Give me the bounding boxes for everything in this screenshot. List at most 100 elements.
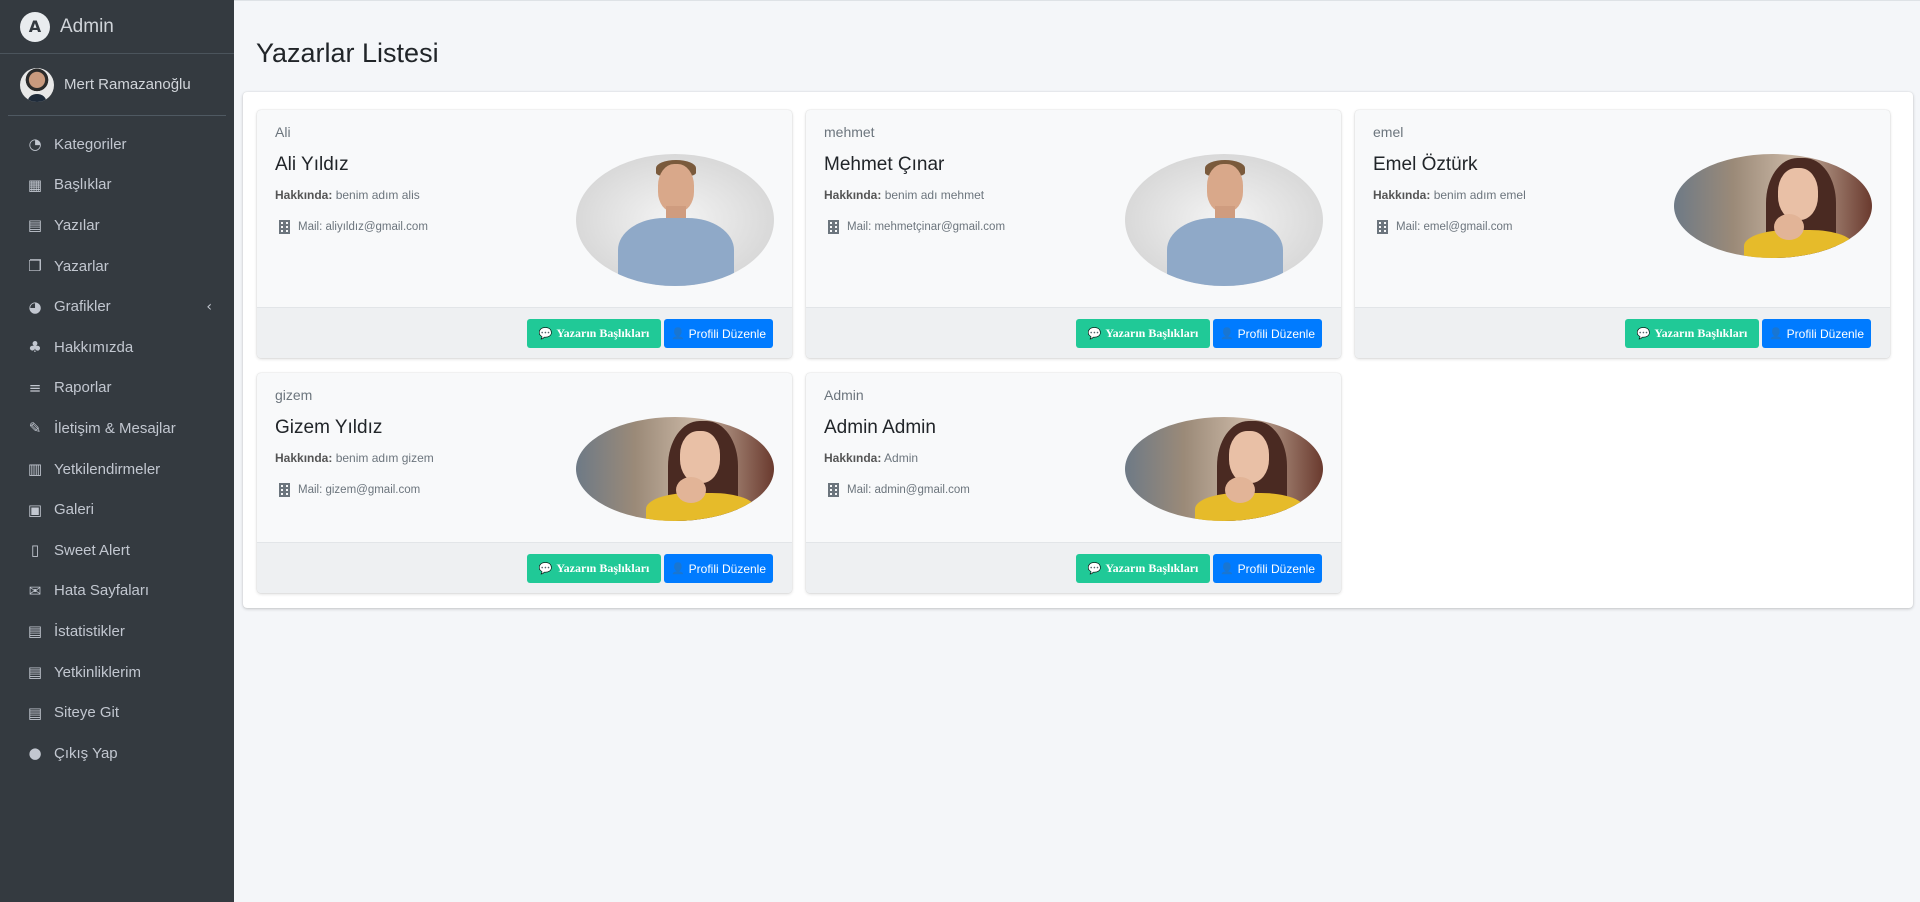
sidebar-item-yazılar[interactable]: ▤ Yazılar [0, 205, 234, 246]
building-icon [279, 220, 290, 234]
author-mail: Mail: gizem@gmail.com [279, 483, 420, 497]
author-titles-button[interactable]: 💬 Yazarın Başlıkları [1076, 554, 1210, 583]
author-titles-button[interactable]: 💬 Yazarın Başlıkları [527, 319, 661, 348]
author-photo [1674, 154, 1872, 258]
about-label: Hakkında: [275, 451, 333, 465]
sidebar-item-raporlar[interactable]: ≡ Raporlar [0, 368, 234, 409]
author-titles-button[interactable]: 💬 Yazarın Başlıkları [1076, 319, 1210, 348]
map-icon: ▯ [30, 541, 40, 560]
about-label: Hakkında: [824, 188, 882, 202]
sidebar-item-i-letişim-mesajlar[interactable]: ✎ İletişim & Mesajlar [0, 408, 234, 449]
author-about: Hakkında: benim adım gizem [275, 451, 434, 465]
sidebar-item-yetkilendirmeler[interactable]: ▥ Yetkilendirmeler [0, 449, 234, 490]
user-panel[interactable]: Mert Ramazanoğlu [8, 54, 226, 116]
brand-title: Admin [60, 15, 114, 37]
card-footer: 💬 Yazarın Başlıkları 👤 Profili Düzenle [806, 307, 1341, 358]
author-card: mehmet Mehmet Çınar Hakkında: benim adı me… [806, 110, 1341, 358]
sidebar-item-label: Hata Sayfaları [54, 582, 150, 600]
sidebar-item-çıkış-yap[interactable]: ● Çıkış Yap [0, 733, 234, 774]
list-icon: ≡ [28, 378, 42, 397]
author-fullname: Ali Yıldız [275, 154, 349, 175]
copy-icon: ❐ [28, 257, 42, 276]
author-titles-label: Yazarın Başlıkları [1105, 561, 1199, 575]
user-icon: 👤 [670, 327, 685, 340]
about-text: benim adım gizem [335, 451, 434, 465]
sidebar-item-yazarlar[interactable]: ❐ Yazarlar [0, 246, 234, 287]
sidebar-item-galeri[interactable]: ▣ Galeri [0, 489, 234, 530]
sidebar-item-label: Hakkımızda [54, 338, 134, 356]
building-icon [1377, 220, 1388, 234]
author-titles-button[interactable]: 💬 Yazarın Başlıkları [1625, 319, 1759, 348]
comments-icon: 💬 [1087, 562, 1102, 575]
comments-icon: 💬 [1087, 327, 1102, 340]
user-name[interactable]: Mert Ramazanoğlu [64, 76, 191, 93]
sidebar-item-label: İletişim & Mesajlar [54, 419, 176, 437]
sidebar-item-label: Grafikler [54, 298, 111, 316]
author-username: emel [1373, 124, 1404, 140]
author-username: Ali [275, 124, 291, 140]
sidebar-item-hata-sayfaları[interactable]: ✉ Hata Sayfaları [0, 571, 234, 612]
sidebar-item-kategoriler[interactable]: ◔ Kategoriler [0, 124, 234, 165]
sidebar-item-sweet-alert[interactable]: ▯ Sweet Alert [0, 530, 234, 571]
sidebar-item-label: Sweet Alert [54, 541, 130, 559]
card-footer: 💬 Yazarın Başlıkları 👤 Profili Düzenle [1355, 307, 1890, 358]
author-about: Hakkında: benim adım alis [275, 188, 420, 202]
brand-logo-icon: A [20, 11, 50, 42]
mail-text: Mail: admin@gmail.com [847, 484, 970, 496]
edit-profile-button[interactable]: 👤 Profili Düzenle [664, 554, 773, 583]
mail-text: Mail: aliyıldız@gmail.com [298, 221, 428, 233]
tachometer-icon: ◔ [28, 135, 42, 154]
book-icon: ▤ [27, 622, 43, 641]
book-icon: ▤ [27, 703, 43, 722]
edit-profile-label: Profili Düzenle [1237, 561, 1316, 576]
calendar-icon: ▥ [27, 460, 43, 479]
edit-profile-button[interactable]: 👤 Profili Düzenle [1213, 319, 1322, 348]
sidebar-item-label: Yazılar [54, 216, 100, 234]
sidebar-item-hakkımızda[interactable]: ♣ Hakkımızda [0, 327, 234, 368]
edit-profile-label: Profili Düzenle [1786, 326, 1865, 341]
brand-link[interactable]: A Admin [0, 0, 234, 54]
card-footer: 💬 Yazarın Başlıkları 👤 Profili Düzenle [806, 542, 1341, 593]
edit-profile-button[interactable]: 👤 Profili Düzenle [664, 319, 773, 348]
author-about: Hakkında: Admin [824, 451, 918, 465]
user-icon: 👤 [1219, 327, 1234, 340]
about-label: Hakkında: [824, 451, 882, 465]
author-titles-label: Yazarın Başlıkları [556, 326, 650, 340]
edit-profile-button[interactable]: 👤 Profili Düzenle [1213, 554, 1322, 583]
user-icon: 👤 [1768, 327, 1783, 340]
about-label: Hakkında: [275, 188, 333, 202]
author-mail: Mail: emel@gmail.com [1377, 220, 1512, 234]
sidebar-item-grafikler[interactable]: ◕ Grafikler ‹ [0, 286, 234, 327]
tree-icon: ♣ [28, 338, 42, 357]
authors-panel: Ali Ali Yıldız Hakkında: benim adım alis Ma… [243, 92, 1913, 608]
card-footer: 💬 Yazarın Başlıkları 👤 Profili Düzenle [257, 542, 792, 593]
building-icon [828, 220, 839, 234]
book-icon: ▤ [27, 216, 43, 235]
card-footer: 💬 Yazarın Başlıkları 👤 Profili Düzenle [257, 307, 792, 358]
chevron-left-icon[interactable]: ‹ [206, 299, 212, 315]
sidebar-item-label: Başlıklar [54, 176, 112, 194]
pie-chart-icon: ◕ [28, 297, 42, 316]
mail-text: Mail: mehmetçinar@gmail.com [847, 221, 1006, 233]
edit-profile-label: Profili Düzenle [688, 326, 767, 341]
top-divider [234, 0, 1920, 1]
edit-profile-label: Profili Düzenle [1237, 326, 1316, 341]
avatar [20, 67, 54, 102]
sidebar-item-yetkinliklerim[interactable]: ▤ Yetkinliklerim [0, 652, 234, 693]
author-photo [1125, 154, 1323, 286]
sidebar: A Admin Mert Ramazanoğlu ◔ Kategoriler ▦ Ba… [0, 0, 234, 902]
author-about: Hakkında: benim adı mehmet [824, 188, 984, 202]
sidebar-item-siteye-git[interactable]: ▤ Siteye Git [0, 692, 234, 733]
author-fullname: Emel Öztürk [1373, 154, 1478, 175]
author-username: Admin [824, 387, 864, 403]
author-titles-button[interactable]: 💬 Yazarın Başlıkları [527, 554, 661, 583]
author-photo [576, 154, 774, 286]
sidebar-item-i-statistikler[interactable]: ▤ İstatistikler [0, 611, 234, 652]
image-icon: ▣ [27, 500, 43, 519]
edit-profile-label: Profili Düzenle [688, 561, 767, 576]
edit-profile-button[interactable]: 👤 Profili Düzenle [1762, 319, 1871, 348]
author-card: gizem Gizem Yıldız Hakkında: benim adım gi… [257, 373, 792, 593]
author-photo [1125, 417, 1323, 521]
sidebar-item-başlıklar[interactable]: ▦ Başlıklar [0, 165, 234, 206]
sidebar-item-label: Kategoriler [54, 135, 127, 153]
